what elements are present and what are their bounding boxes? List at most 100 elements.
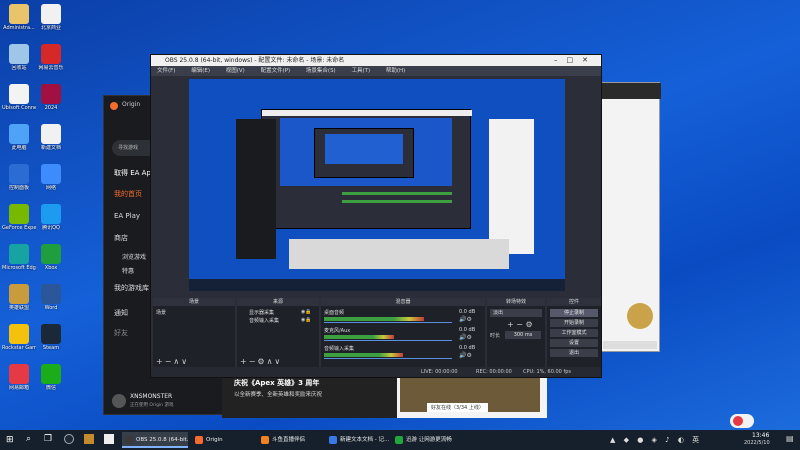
sources-dock: 显示器采集 音频输入采集 ◉🔒 ◉🔒 +−⚙∧∨ bbox=[237, 306, 319, 368]
window-controls[interactable]: –□✕ bbox=[554, 55, 597, 66]
stop-recording-button[interactable]: 停止录制 bbox=[550, 309, 598, 317]
douyu-header bbox=[599, 83, 661, 99]
desktop-icon[interactable]: 英雄联盟 bbox=[2, 282, 36, 322]
desktop-icon[interactable]: Xbox bbox=[34, 242, 68, 282]
steam-icon[interactable] bbox=[64, 434, 74, 444]
tray-popup[interactable] bbox=[730, 414, 754, 428]
desktop-icon[interactable]: 回收站 bbox=[2, 42, 36, 82]
app-icon bbox=[125, 436, 133, 444]
transitions-header: 转场特效 bbox=[487, 298, 545, 306]
app-icon bbox=[9, 4, 29, 24]
app-icon bbox=[41, 44, 61, 64]
obs-preview[interactable] bbox=[189, 79, 565, 291]
origin-username: XNSMONSTER bbox=[130, 393, 173, 400]
origin-menu-friends[interactable]: 好友 bbox=[114, 328, 128, 338]
app-icon bbox=[9, 164, 29, 184]
friend-status[interactable]: 好友在线（3/34 上线） bbox=[427, 403, 488, 412]
streamer-avatar[interactable] bbox=[627, 303, 653, 329]
desktop-icon[interactable]: 2024 bbox=[34, 82, 68, 122]
explorer-icon[interactable] bbox=[84, 434, 94, 444]
source-item-display[interactable]: 显示器采集 bbox=[249, 309, 274, 316]
origin-menu-notifications[interactable]: 通知 bbox=[114, 308, 128, 318]
nested-titlebar bbox=[262, 110, 472, 116]
desktop-icon-label: 微信 bbox=[45, 385, 56, 391]
desktop-icon[interactable]: 微信 bbox=[34, 362, 68, 402]
speaker-icon[interactable]: 🔊⚙ bbox=[459, 352, 472, 359]
desktop-icon[interactable]: Steam bbox=[34, 322, 68, 362]
origin-menu-home[interactable]: 我的首页 bbox=[114, 189, 142, 199]
menu-view[interactable]: 视图(V) bbox=[226, 68, 245, 74]
sources-header: 来源 bbox=[237, 298, 319, 306]
desktop-icon[interactable]: 网易云音乐 bbox=[34, 42, 68, 82]
search-icon[interactable]: ⌕ bbox=[26, 434, 31, 444]
nested-preview-3 bbox=[325, 134, 403, 164]
transition-add-remove[interactable]: + − ⚙ bbox=[507, 320, 533, 329]
start-recording-button[interactable]: 开始录制 bbox=[550, 319, 598, 327]
notepad-icon[interactable] bbox=[104, 434, 114, 444]
desktop-icon[interactable]: Ubisoft Connect bbox=[2, 82, 36, 122]
desktop-icon[interactable]: 控制面板 bbox=[2, 162, 36, 202]
origin-menu-ea-play[interactable]: EA Play bbox=[114, 212, 140, 220]
menu-profile[interactable]: 配置文件(P) bbox=[261, 68, 291, 74]
source-toolbar[interactable]: +−⚙∧∨ bbox=[240, 357, 282, 366]
store-headline: 庆祝《Apex 英雄》3 周年 bbox=[234, 379, 320, 387]
taskbar-app-button[interactable]: 迅游 让网游更流畅 bbox=[392, 432, 458, 448]
source-item-audio-input[interactable]: 音频输入采集 bbox=[249, 317, 279, 324]
scene-item[interactable]: 场景 bbox=[156, 309, 166, 316]
menu-scene-collection[interactable]: 场景集合(S) bbox=[306, 68, 336, 74]
task-view-icon[interactable]: ❐ bbox=[44, 434, 52, 444]
desktop-icon-label: 2024 bbox=[44, 105, 58, 111]
transition-select[interactable]: 淡出 bbox=[490, 309, 542, 317]
taskbar-app-button[interactable]: Origin bbox=[192, 432, 254, 448]
origin-menu-deals[interactable]: 特惠 bbox=[122, 266, 134, 275]
clock-time[interactable]: 13:46 bbox=[752, 432, 769, 439]
taskbar-app-button[interactable]: 斗鱼直播伴侣 bbox=[258, 432, 322, 448]
desktop-icon[interactable]: Rockstar Games bbox=[2, 322, 36, 362]
desktop-icon[interactable]: Administra... bbox=[2, 2, 36, 42]
origin-menu-store[interactable]: 商店 bbox=[114, 233, 128, 243]
scene-toolbar[interactable]: +−∧∨ bbox=[156, 357, 189, 366]
studio-mode-button[interactable]: 工作室模式 bbox=[550, 329, 598, 337]
menu-tools[interactable]: 工具(T) bbox=[351, 68, 370, 74]
settings-button[interactable]: 设置 bbox=[550, 339, 598, 347]
windows-start-icon[interactable]: ⊞ bbox=[6, 435, 14, 445]
menu-file[interactable]: 文件(F) bbox=[157, 68, 175, 74]
desktop-icon[interactable]: 此电脑 bbox=[2, 122, 36, 162]
nested-vu bbox=[342, 192, 452, 195]
desktop-icon[interactable]: 北京商业 bbox=[34, 2, 68, 42]
speaker-icon[interactable]: 🔊⚙ bbox=[459, 316, 472, 323]
taskbar: ⊞ ⌕ ❐ OBS 25.0.8 (64-bit... Origin 斗鱼直播伴侣 新… bbox=[0, 430, 800, 450]
speaker-icon[interactable]: 🔊⚙ bbox=[459, 334, 472, 341]
exit-button[interactable]: 退出 bbox=[550, 349, 598, 357]
desktop-icon-label: 北京商业 bbox=[40, 25, 61, 31]
taskbar-app-button[interactable]: 新建文本文档 - 记... bbox=[326, 432, 390, 448]
controls-header: 控件 bbox=[547, 298, 601, 306]
desktop-icon-label: Microsoft Edge bbox=[2, 265, 36, 271]
eye-icon[interactable]: ◉🔒 bbox=[301, 317, 312, 323]
system-tray-icons[interactable]: ▲ ◆ ● ◈ ♪ ◐ 英 bbox=[610, 435, 702, 445]
menu-help[interactable]: 帮助(H) bbox=[386, 68, 405, 74]
desktop-icon[interactable]: Microsoft Edge bbox=[2, 242, 36, 282]
taskbar-app-button[interactable]: OBS 25.0.8 (64-bit... bbox=[122, 432, 188, 448]
menu-edit[interactable]: 编辑(E) bbox=[191, 68, 210, 74]
desktop-icon[interactable]: 网易邮箱 bbox=[2, 362, 36, 402]
origin-menu-browse[interactable]: 浏览游戏 bbox=[122, 252, 146, 261]
app-icon bbox=[9, 364, 29, 384]
duration-input[interactable]: 300 ms bbox=[505, 331, 541, 339]
desktop-icon[interactable]: 新建文档 bbox=[34, 122, 68, 162]
desktop-icon[interactable]: GeForce Experience bbox=[2, 202, 36, 242]
desktop-icon[interactable]: 网络 bbox=[34, 162, 68, 202]
avatar[interactable] bbox=[112, 394, 126, 408]
eye-icon[interactable]: ◉🔒 bbox=[301, 309, 312, 315]
origin-menu-library[interactable]: 我的游戏库 bbox=[114, 283, 149, 293]
desktop-icon-label: Steam bbox=[42, 345, 60, 351]
clock-date[interactable]: 2022/5/10 bbox=[744, 440, 770, 446]
volume-slider[interactable] bbox=[324, 340, 452, 341]
mixer-track-db: 0.0 dB bbox=[459, 345, 476, 351]
desktop-icon[interactable]: 腾讯QQ bbox=[34, 202, 68, 242]
notification-icon[interactable]: ▤ bbox=[786, 434, 796, 446]
desktop-icon[interactable]: Word bbox=[34, 282, 68, 322]
volume-slider[interactable] bbox=[324, 322, 452, 323]
volume-slider[interactable] bbox=[324, 358, 452, 359]
taskbar-app-label: Origin bbox=[206, 437, 223, 443]
